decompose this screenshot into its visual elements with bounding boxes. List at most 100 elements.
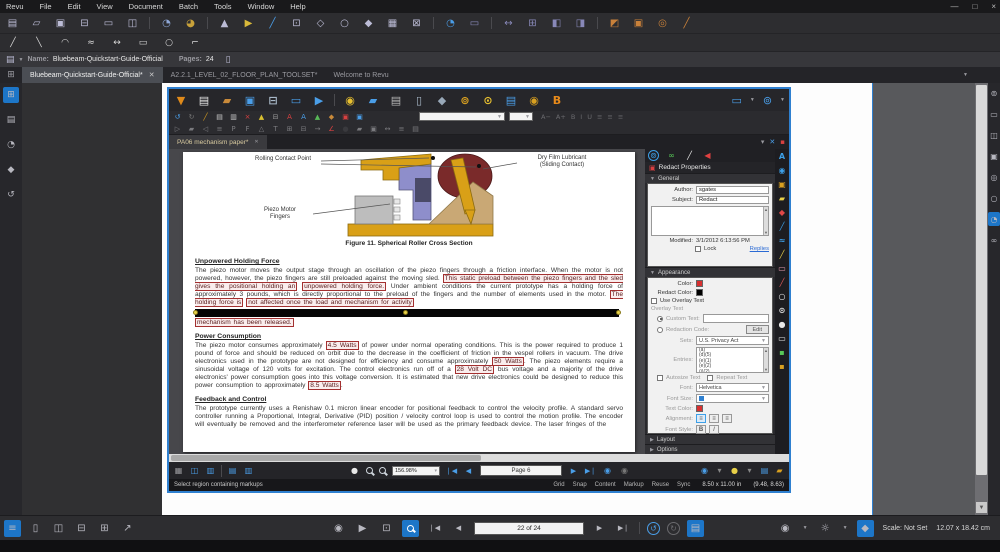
overlay-icon[interactable]: ▣ xyxy=(631,16,646,31)
redaction-markup[interactable]: 4.5 Watts xyxy=(325,341,359,350)
chevron-down-icon[interactable]: ▼ xyxy=(19,57,24,63)
measurements-panel-icon[interactable]: ◔ xyxy=(988,212,1000,226)
polyline-tool-icon[interactable]: ≈ xyxy=(84,36,98,49)
pen-tool-icon[interactable]: ╲ xyxy=(32,36,46,49)
select-button[interactable]: ▶ xyxy=(354,520,371,537)
pan-button[interactable]: ◉ xyxy=(330,520,347,537)
save-icon[interactable]: ▣ xyxy=(53,16,68,31)
side-by-side-icon[interactable]: ◫ xyxy=(50,520,67,537)
new-document-icon[interactable]: ▤ xyxy=(5,16,20,31)
properties-panel-icon[interactable]: ▭ xyxy=(988,107,1000,121)
menu-item[interactable]: View xyxy=(97,2,113,11)
stamp-seal-icon[interactable]: ◎ xyxy=(655,16,670,31)
fullscreen-icon[interactable]: ↗ xyxy=(119,520,136,537)
tab-document-1[interactable]: Bluebeam-Quickstart-Guide-Official* ✕ xyxy=(22,67,163,83)
redaction-markup[interactable]: mechanism has been released. xyxy=(195,318,294,327)
redaction-markup[interactable]: unpowered holding force. xyxy=(302,282,387,291)
tab-grid-icon[interactable]: ⊞ xyxy=(0,67,22,83)
pdf-page[interactable]: ▼ ▤ ▰ ▣ ⊟ ▭ ▶ ◉ ▰ ▤ ▯ ◆ ⊚ ⊙ ▤ ◉ B ▭ ▼ ⊚ ▼ ↺ ↻ ╱ ▤ ▥ × ▲ ⊟ A A ▲ ◆ ▣ ▣ ▼… xyxy=(162,83,872,515)
email-icon[interactable]: ▭ xyxy=(101,16,116,31)
search-panel-icon[interactable]: ○ xyxy=(988,191,1000,205)
recover-icon[interactable]: ▲ xyxy=(217,16,232,31)
page-indicator[interactable]: 22 of 24 xyxy=(474,521,584,535)
single-page-icon[interactable]: ▯ xyxy=(27,520,44,537)
split-view-icon[interactable]: ⊟ xyxy=(73,520,90,537)
document-icon[interactable]: ▤ xyxy=(6,55,15,65)
compare-icon[interactable]: ◩ xyxy=(607,16,622,31)
print-icon[interactable]: ⊟ xyxy=(77,16,92,31)
snapshot-button[interactable]: ⊡ xyxy=(378,520,395,537)
measure-icon[interactable]: ↔ xyxy=(501,16,516,31)
bookmarks-panel-icon[interactable]: ▤ xyxy=(3,112,19,128)
close-button[interactable]: × xyxy=(991,2,996,11)
import-icon[interactable]: ◔ xyxy=(159,16,174,31)
tab-document-2[interactable]: A2.2.1_LEVEL_02_FLOOR_PLAN_TOOLSET* xyxy=(163,67,326,83)
menu-item[interactable]: Batch xyxy=(179,2,198,11)
next-page-button[interactable]: ▶ xyxy=(591,520,608,537)
layers-panel-icon[interactable]: ▣ xyxy=(988,149,1000,163)
rectangle-tool-icon[interactable]: ▭ xyxy=(136,36,150,49)
image-icon[interactable]: ▦ xyxy=(385,16,400,31)
dimension-tool-icon[interactable]: ↔ xyxy=(110,36,124,49)
export-icon[interactable]: ◕ xyxy=(183,16,198,31)
panels-icon[interactable]: ◫ xyxy=(125,16,140,31)
tool-chest-panel-icon[interactable]: ◆ xyxy=(3,162,19,178)
file-access-panel-icon[interactable]: ◔ xyxy=(3,137,19,153)
zoom-button[interactable] xyxy=(402,519,419,537)
pages-panel-icon[interactable]: ◫ xyxy=(988,128,1000,142)
arc-tool-icon[interactable]: ◠ xyxy=(58,36,72,49)
profile-button[interactable]: ◉ xyxy=(777,520,794,537)
menu-item[interactable]: File xyxy=(40,2,52,11)
recents-panel-icon[interactable]: ↺ xyxy=(3,187,19,203)
line-tool-icon[interactable]: ╱ xyxy=(6,36,20,49)
redaction-markup[interactable]: 50 Watts xyxy=(492,357,524,366)
redaction-markup[interactable]: 28 Volt DC xyxy=(454,365,495,374)
tab-close-icon[interactable]: ✕ xyxy=(149,71,155,79)
menu-item[interactable]: Document xyxy=(129,2,163,11)
chevron-down-icon[interactable]: ▼ xyxy=(843,525,848,531)
skew-right-icon[interactable]: ◨ xyxy=(573,16,588,31)
menu-item[interactable]: Tools xyxy=(214,2,232,11)
statusbar-menu-icon[interactable]: ≡ xyxy=(4,519,21,537)
ellipse-tool-icon[interactable]: ○ xyxy=(162,36,176,49)
polygon-tool-icon[interactable]: ⌐ xyxy=(188,36,202,49)
previous-page-button[interactable]: ◀ xyxy=(450,520,467,537)
lasso-icon[interactable]: ○ xyxy=(337,16,352,31)
scrollbar-thumb[interactable] xyxy=(976,85,987,475)
stamp-icon[interactable]: ◆ xyxy=(361,16,376,31)
previous-view-button[interactable]: ↺ xyxy=(647,521,660,535)
restore-button[interactable]: □ xyxy=(972,2,977,11)
links-panel-icon[interactable]: ∞ xyxy=(988,233,1000,247)
spaces-panel-icon[interactable]: ◎ xyxy=(988,170,1000,184)
menu-item[interactable]: Revu xyxy=(6,2,24,11)
next-view-button[interactable]: ↻ xyxy=(667,521,680,535)
vertical-scrollbar[interactable]: ▼ xyxy=(975,83,988,515)
minimize-button[interactable]: — xyxy=(950,2,958,11)
snap-button[interactable]: ◆ xyxy=(856,519,874,537)
flag-icon[interactable]: ▶ xyxy=(241,16,256,31)
applied-redaction-bar[interactable] xyxy=(193,309,621,317)
open-icon[interactable]: ▱ xyxy=(29,16,44,31)
embedded-screenshot-image[interactable]: ▼ ▤ ▰ ▣ ⊟ ▭ ▶ ◉ ▰ ▤ ▯ ◆ ⊚ ⊙ ▤ ◉ B ▭ ▼ ⊚ ▼ ↺ ↻ ╱ ▤ ▥ × ▲ ⊟ A A ▲ ◆ ▣ ▣ ▼… xyxy=(167,87,791,493)
scrollbar-down-icon[interactable]: ▼ xyxy=(976,502,987,513)
tab-overflow-icon[interactable]: ▼ xyxy=(963,72,968,78)
scale-status[interactable]: Scale: Not Set xyxy=(883,525,928,532)
history-icon[interactable]: ◔ xyxy=(443,16,458,31)
presentation-icon[interactable]: ▭ xyxy=(467,16,482,31)
last-page-button[interactable]: ▶❘ xyxy=(615,520,632,537)
crop-icon[interactable]: ⊠ xyxy=(409,16,424,31)
menu-item[interactable]: Help xyxy=(290,2,305,11)
pen-icon[interactable]: ╱ xyxy=(265,16,280,31)
chevron-down-icon[interactable]: ▼ xyxy=(803,525,808,531)
sync-views-icon[interactable]: ⊞ xyxy=(96,520,113,537)
redaction-markup[interactable]: not affected once the load and mechanism… xyxy=(246,298,414,307)
menu-item[interactable]: Edit xyxy=(68,2,81,11)
settings-gear-icon[interactable]: ⊚ xyxy=(988,86,1000,100)
redaction-markup[interactable]: 8.5 Watts xyxy=(308,381,341,390)
signature-icon[interactable]: ╱ xyxy=(679,16,694,31)
page-setup-icon[interactable]: ▯ xyxy=(226,55,231,65)
menu-item[interactable]: Window xyxy=(248,2,275,11)
thumbnails-panel-icon[interactable]: ⊞ xyxy=(3,87,19,103)
tab-welcome[interactable]: Welcome to Revu xyxy=(326,67,397,83)
brightness-button[interactable]: ☼ xyxy=(817,520,834,537)
